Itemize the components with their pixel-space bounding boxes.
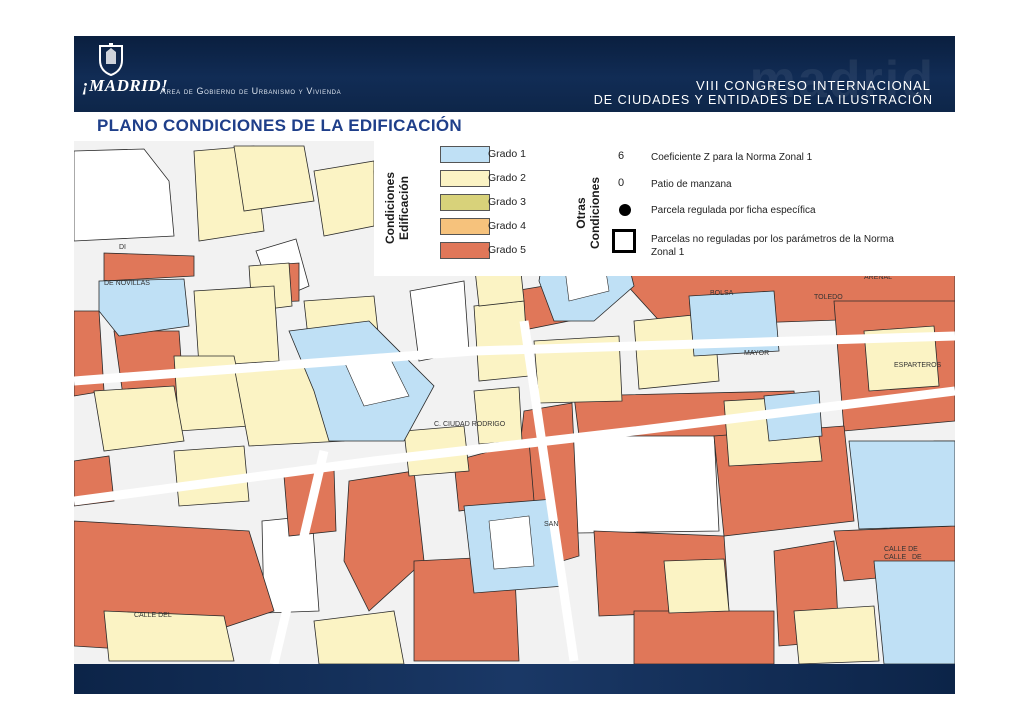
street-label: C. CIUDAD RODRIGO bbox=[434, 421, 506, 428]
street-label: DI bbox=[119, 244, 126, 251]
street-label: BOLSA bbox=[710, 290, 734, 297]
grade2-label: Grado 2 bbox=[488, 172, 526, 184]
legend-edificacion-heading: Condiciones Edificación bbox=[383, 160, 413, 256]
no-reguladas-text: Parcelas no reguladas por los parámetros… bbox=[651, 234, 894, 258]
coef-z-text: Coeficiente Z para la Norma Zonal 1 bbox=[651, 152, 813, 163]
street-label: TOLEDO bbox=[814, 294, 843, 301]
legend-otras-line2: Condiciones bbox=[588, 177, 602, 250]
legend-otras-line1: Otras bbox=[574, 197, 588, 229]
grade5-label: Grado 5 bbox=[488, 244, 526, 256]
congress-line-2: DE CIUDADES Y ENTIDADES DE LA ILUSTRACIÓ… bbox=[593, 93, 933, 107]
grade1-label: Grado 1 bbox=[488, 148, 526, 160]
coef-z-symbol: 6 bbox=[618, 150, 625, 162]
area-gobierno-text: Área de Gobierno de Urbanismo y Vivienda bbox=[160, 86, 342, 96]
grade4-swatch bbox=[440, 218, 490, 235]
grade1-swatch bbox=[440, 146, 490, 163]
street-label: SAN bbox=[544, 521, 558, 528]
street-label: DE NOVILLAS bbox=[104, 280, 150, 287]
grade2-swatch bbox=[440, 170, 490, 187]
street-label: CALLE DE bbox=[884, 546, 918, 553]
legend-edificacion-line1: Condiciones bbox=[383, 172, 397, 245]
grade5-swatch bbox=[440, 242, 490, 259]
legend-otras-heading: Otras Condiciones bbox=[574, 171, 604, 255]
grade3-label: Grado 3 bbox=[488, 196, 526, 208]
grade4-label: Grado 4 bbox=[488, 220, 526, 232]
patio-text: Patio de manzana bbox=[651, 179, 732, 190]
square-outline-icon bbox=[612, 229, 636, 253]
header-banner: madrid ¡MADRID! Área de Gobierno de Urba… bbox=[74, 36, 955, 112]
street-label: DE bbox=[912, 554, 922, 561]
page-title: PLANO CONDICIONES DE LA EDIFICACIÓN bbox=[97, 116, 462, 135]
street-label: CALLE DEL bbox=[134, 612, 172, 619]
dot-icon bbox=[619, 204, 631, 216]
street-label: MAYOR bbox=[744, 350, 769, 357]
patio-symbol: 0 bbox=[618, 177, 625, 189]
legend-edificacion-line2: Edificación bbox=[397, 176, 411, 241]
ficha-text: Parcela regulada por ficha específica bbox=[651, 205, 816, 216]
congress-line-1: VIII CONGRESO INTERNACIONAL bbox=[695, 78, 931, 93]
madrid-logo-text: ¡MADRID! bbox=[82, 76, 169, 95]
footer-bar bbox=[74, 664, 955, 694]
madrid-shield-icon bbox=[99, 43, 123, 76]
slide: madrid ¡MADRID! Área de Gobierno de Urba… bbox=[74, 36, 955, 694]
street-label: CALLE bbox=[884, 554, 907, 561]
street-label: ESPARTEROS bbox=[894, 362, 942, 369]
grade3-swatch bbox=[440, 194, 490, 211]
